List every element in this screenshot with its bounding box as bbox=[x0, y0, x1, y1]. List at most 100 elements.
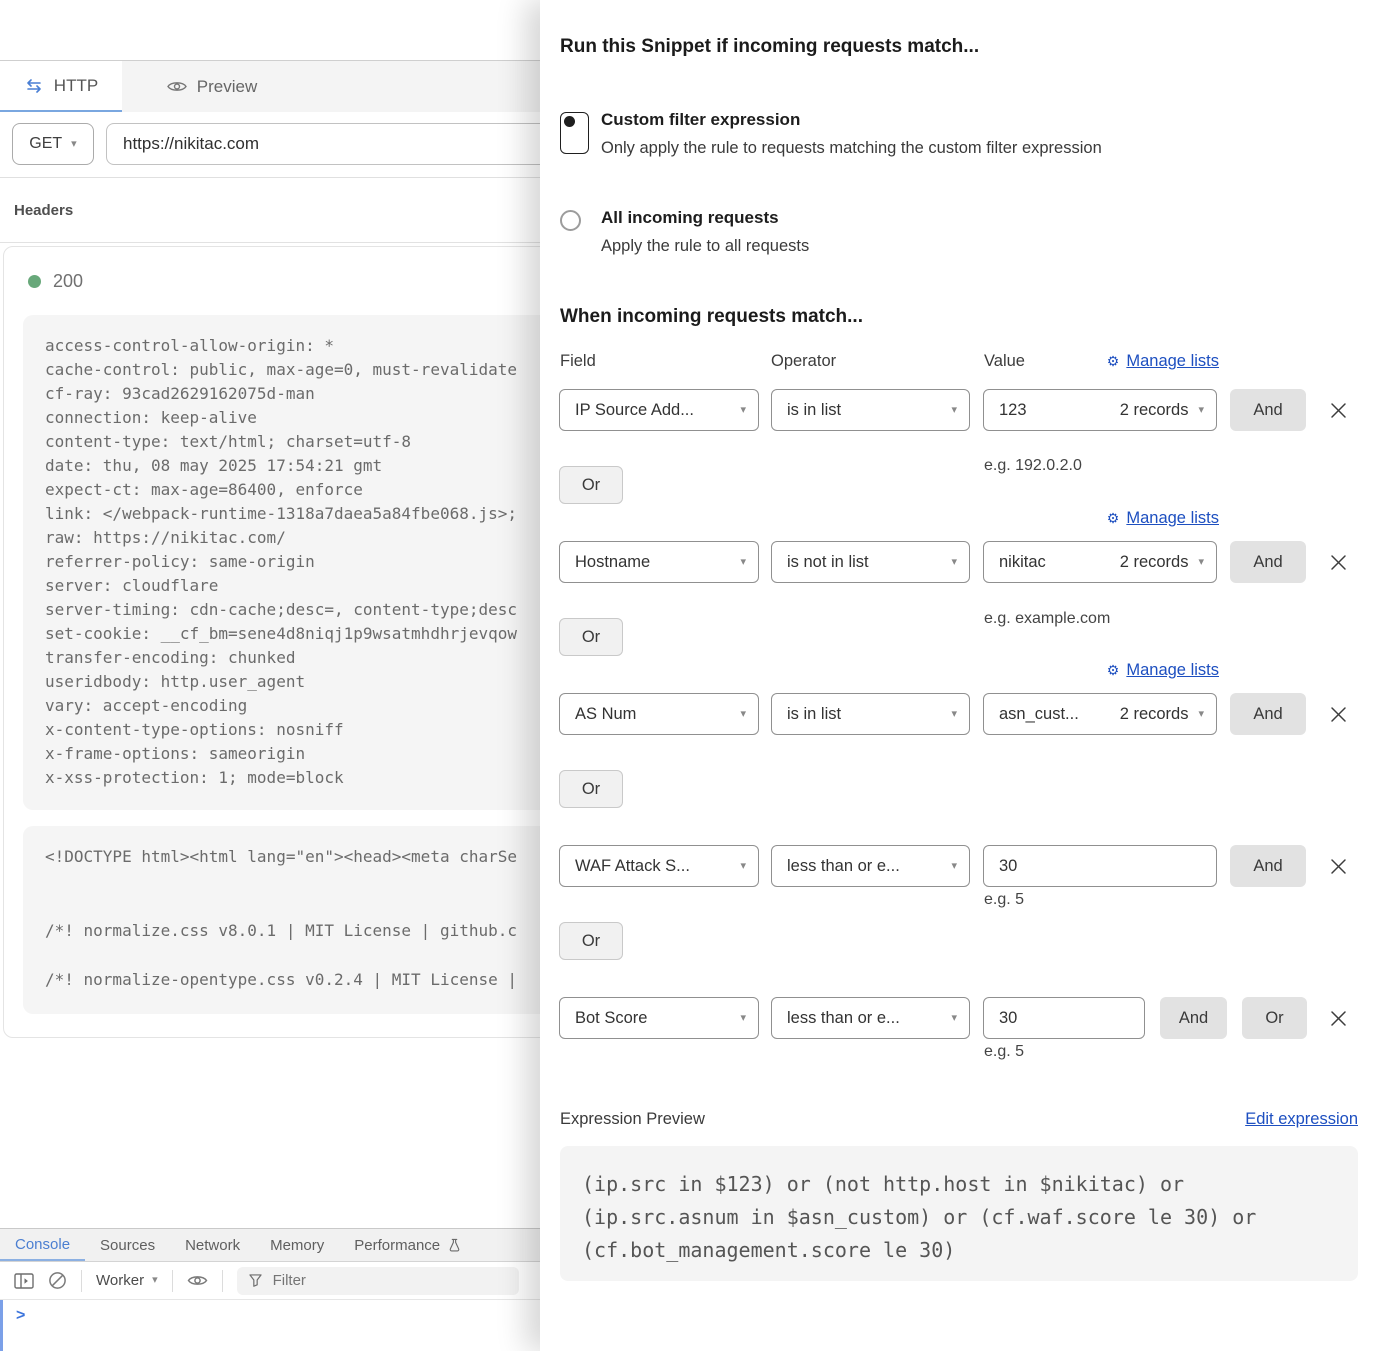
devtools-tab-network[interactable]: Network bbox=[170, 1229, 255, 1261]
devtools-tab-performance[interactable]: Performance bbox=[339, 1229, 477, 1261]
manage-lists-link[interactable]: ⚙ Manage lists bbox=[1107, 509, 1219, 528]
toolbar-divider bbox=[222, 1270, 223, 1292]
or-button-2[interactable]: Or bbox=[559, 618, 623, 656]
operator-select-row2[interactable]: is not in list▾ bbox=[771, 541, 970, 583]
worker-dropdown[interactable]: Worker ▾ bbox=[96, 1272, 158, 1289]
close-icon bbox=[1330, 1010, 1347, 1027]
chevron-down-icon: ▾ bbox=[740, 557, 746, 568]
drawer-title: Run this Snippet if incoming requests ma… bbox=[560, 36, 979, 58]
toggle-sidebar-icon[interactable] bbox=[14, 1273, 34, 1289]
expression-preview-label: Expression Preview bbox=[560, 1110, 705, 1129]
chevron-down-icon: ▾ bbox=[951, 709, 957, 720]
field-select-row5[interactable]: Bot Score▾ bbox=[559, 997, 759, 1039]
console-area[interactable]: > bbox=[0, 1300, 540, 1351]
url-input[interactable] bbox=[106, 123, 556, 165]
operator-select-row1[interactable]: is in list▾ bbox=[771, 389, 970, 431]
column-label-field: Field bbox=[560, 352, 596, 371]
chevron-down-icon: ▾ bbox=[951, 1013, 957, 1024]
chevron-down-icon: ▾ bbox=[740, 405, 746, 416]
value-list-select-row3[interactable]: asn_cust... 2 records▾ bbox=[983, 693, 1217, 735]
eye-icon bbox=[167, 80, 187, 93]
devtools-tabbar: Console Sources Network Memory Performan… bbox=[0, 1228, 540, 1262]
clear-console-icon[interactable] bbox=[48, 1271, 67, 1290]
chevron-down-icon: ▾ bbox=[740, 1013, 746, 1024]
and-button-row2[interactable]: And bbox=[1230, 541, 1306, 583]
operator-select-row5[interactable]: less than or e...▾ bbox=[771, 997, 970, 1039]
chevron-down-icon: ▾ bbox=[1198, 405, 1204, 416]
remove-condition-row5[interactable] bbox=[1320, 997, 1356, 1039]
value-list-select-row1[interactable]: 123 2 records▾ bbox=[983, 389, 1217, 431]
close-icon bbox=[1330, 706, 1347, 723]
gear-icon: ⚙ bbox=[1107, 662, 1120, 679]
remove-condition-row1[interactable] bbox=[1320, 389, 1356, 431]
field-select-row2[interactable]: Hostname▾ bbox=[559, 541, 759, 583]
status-dot bbox=[28, 275, 41, 288]
console-prompt: > bbox=[16, 1307, 25, 1325]
and-button-row3[interactable]: And bbox=[1230, 693, 1306, 735]
operator-select-row4[interactable]: less than or e...▾ bbox=[771, 845, 970, 887]
chevron-down-icon: ▾ bbox=[740, 861, 746, 872]
column-label-operator: Operator bbox=[771, 352, 836, 371]
field-select-row1[interactable]: IP Source Add...▾ bbox=[559, 389, 759, 431]
value-hint-row2: e.g. example.com bbox=[984, 610, 1110, 628]
value-list-select-row2[interactable]: nikitac 2 records▾ bbox=[983, 541, 1217, 583]
toolbar-divider bbox=[81, 1270, 82, 1292]
chevron-down-icon: ▾ bbox=[152, 1275, 158, 1286]
and-button-row5[interactable]: And bbox=[1160, 997, 1227, 1039]
devtools-tab-sources[interactable]: Sources bbox=[85, 1229, 170, 1261]
edit-expression-link[interactable]: Edit expression bbox=[1245, 1110, 1358, 1129]
status-row: 200 bbox=[28, 271, 602, 292]
tab-preview-label: Preview bbox=[197, 77, 257, 97]
manage-lists-link[interactable]: ⚙ Manage lists bbox=[1107, 661, 1219, 680]
left-top-spacer bbox=[0, 0, 540, 61]
gear-icon: ⚙ bbox=[1107, 510, 1120, 527]
chevron-down-icon: ▾ bbox=[951, 405, 957, 416]
console-filter bbox=[237, 1267, 519, 1295]
radio-custom-filter-expression[interactable] bbox=[560, 112, 589, 154]
chevron-down-icon: ▾ bbox=[951, 557, 957, 568]
operator-select-row3[interactable]: is in list▾ bbox=[771, 693, 970, 735]
tab-http[interactable]: HTTP bbox=[0, 61, 122, 112]
or-button-3[interactable]: Or bbox=[559, 770, 623, 808]
close-icon bbox=[1330, 858, 1347, 875]
filter-funnel-icon bbox=[249, 1274, 262, 1287]
or-button-4[interactable]: Or bbox=[559, 922, 623, 960]
value-hint-row4: e.g. 5 bbox=[984, 891, 1024, 909]
manage-lists-link[interactable]: ⚙ Manage lists bbox=[1107, 352, 1219, 371]
remove-condition-row3[interactable] bbox=[1320, 693, 1356, 735]
expression-preview-code: (ip.src in $123) or (not http.host in $n… bbox=[560, 1146, 1358, 1281]
method-dropdown[interactable]: GET ▾ bbox=[12, 123, 94, 165]
and-button-row1[interactable]: And bbox=[1230, 389, 1306, 431]
radio-custom-filter-description: Only apply the rule to requests matching… bbox=[601, 139, 1102, 158]
value-input-row4[interactable] bbox=[983, 845, 1217, 887]
request-bar: GET ▾ bbox=[0, 112, 540, 178]
remove-condition-row4[interactable] bbox=[1320, 845, 1356, 887]
field-select-row4[interactable]: WAF Attack S...▾ bbox=[559, 845, 759, 887]
request-tabs: HTTP Preview bbox=[0, 61, 540, 112]
swap-arrows-icon bbox=[24, 79, 44, 93]
chevron-down-icon: ▾ bbox=[1198, 557, 1204, 568]
or-button-1[interactable]: Or bbox=[559, 466, 623, 504]
chevron-down-icon: ▾ bbox=[951, 861, 957, 872]
response-card: 200 access-control-allow-origin: * cache… bbox=[3, 246, 603, 1038]
toolbar-divider bbox=[172, 1270, 173, 1292]
console-caret-bar bbox=[0, 1300, 3, 1351]
chevron-down-icon: ▾ bbox=[71, 139, 77, 150]
devtools-tab-performance-label: Performance bbox=[354, 1237, 440, 1254]
value-input-row5[interactable] bbox=[983, 997, 1145, 1039]
tab-preview[interactable]: Preview bbox=[122, 61, 302, 112]
or-button-row5[interactable]: Or bbox=[1242, 997, 1307, 1039]
close-icon bbox=[1330, 554, 1347, 571]
headers-section-header: Headers bbox=[0, 178, 540, 243]
devtools-tab-memory[interactable]: Memory bbox=[255, 1229, 339, 1261]
remove-condition-row2[interactable] bbox=[1320, 541, 1356, 583]
filter-input[interactable] bbox=[271, 1271, 475, 1290]
radio-all-requests-label: All incoming requests bbox=[601, 208, 779, 228]
devtools-tab-console[interactable]: Console bbox=[0, 1229, 85, 1261]
eye-icon[interactable] bbox=[187, 1274, 208, 1287]
gear-icon: ⚙ bbox=[1107, 353, 1120, 370]
field-select-row3[interactable]: AS Num▾ bbox=[559, 693, 759, 735]
radio-all-incoming-requests[interactable] bbox=[560, 210, 581, 231]
snippet-rule-drawer: Run this Snippet if incoming requests ma… bbox=[540, 0, 1383, 1351]
and-button-row4[interactable]: And bbox=[1230, 845, 1306, 887]
